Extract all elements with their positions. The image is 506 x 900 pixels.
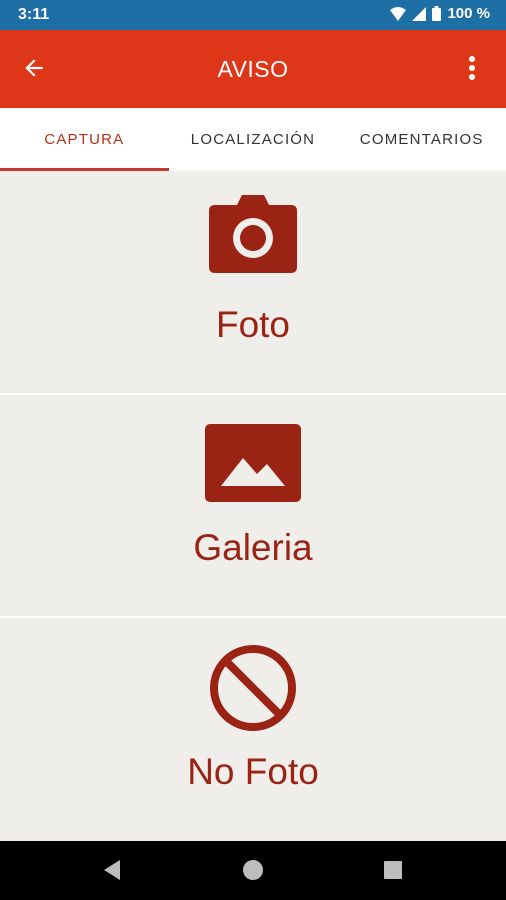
foto-option[interactable]: Foto	[0, 195, 506, 346]
nav-back-button[interactable]	[100, 859, 124, 886]
nav-recents-icon	[383, 860, 403, 885]
app-bar: AVISO	[0, 30, 506, 108]
tab-localizacion[interactable]: LOCALIZACIÓN	[169, 108, 338, 171]
wifi-icon	[390, 6, 407, 21]
overflow-menu-button[interactable]	[452, 50, 492, 90]
nav-home-icon	[242, 859, 264, 886]
camera-icon	[209, 195, 297, 278]
galeria-option[interactable]: Galeria	[0, 424, 506, 569]
divider	[0, 616, 506, 618]
battery-level: 100 %	[447, 5, 490, 22]
tab-comentarios[interactable]: COMENTARIOS	[337, 108, 506, 171]
block-icon	[209, 644, 297, 737]
foto-label: Foto	[215, 304, 291, 345]
nav-recents-button[interactable]	[381, 860, 405, 884]
tab-bar: CAPTURA LOCALIZACIÓN COMENTARIOS	[0, 108, 506, 171]
battery-icon	[432, 6, 442, 21]
no-foto-label: No Foto	[187, 751, 319, 792]
signal-icon	[412, 6, 427, 21]
status-bar: 3:11 100 %	[0, 0, 506, 30]
no-foto-option[interactable]: No Foto	[0, 644, 506, 793]
status-icons: 100 %	[390, 5, 490, 22]
divider	[0, 393, 506, 395]
nav-home-button[interactable]	[241, 859, 265, 886]
page-title: AVISO	[217, 56, 289, 82]
galeria-label: Galeria	[193, 527, 313, 568]
more-vert-icon	[468, 55, 476, 86]
capture-options: Foto Galeria No Foto	[0, 171, 506, 841]
image-icon	[205, 424, 301, 507]
tab-captura[interactable]: CAPTURA	[0, 108, 169, 171]
status-time: 3:11	[18, 6, 50, 23]
system-nav-bar	[0, 841, 506, 900]
nav-back-icon	[102, 859, 122, 886]
